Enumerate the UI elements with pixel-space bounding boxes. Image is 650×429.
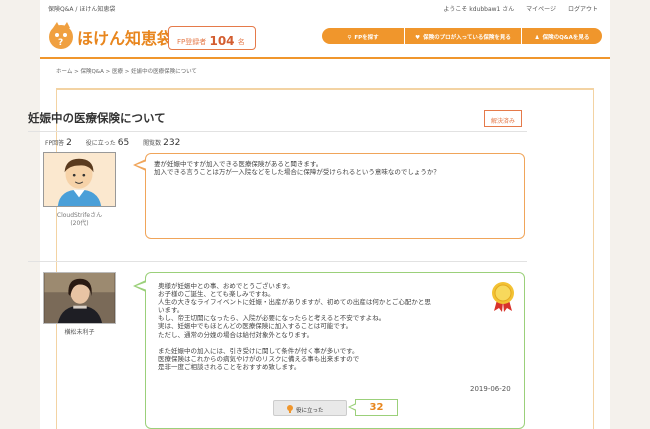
site-logo[interactable]: ? ほけん知恵袋 <box>47 20 173 54</box>
bubble-tail-inner <box>136 282 147 290</box>
questioner-name: CloudStrifeさん (20代) <box>43 212 116 228</box>
question-text-line: 妻が妊娠中ですが加入できる医療保険があると聞きます。 <box>154 160 323 168</box>
answer-text-line: お子様のご誕生、とても楽しみですね。 <box>158 290 275 299</box>
user-illustration-icon <box>44 153 115 206</box>
logo-mascot-icon: ? <box>49 22 73 49</box>
breadcrumb: ホーム > 保険Q&A > 医療 > 妊娠中の医療保険について <box>56 69 197 75</box>
views-label: 閲覧数 <box>143 140 162 147</box>
answerer-avatar[interactable] <box>43 272 116 324</box>
breadcrumb-current: 妊娠中の医療保険について <box>131 69 197 75</box>
answerer-photo-icon <box>44 273 115 323</box>
section-divider <box>28 261 527 262</box>
useful-button[interactable]: 役に立った <box>273 400 347 416</box>
questioner-age: (20代) <box>70 220 89 227</box>
header-divider <box>40 57 610 59</box>
title-divider <box>28 131 527 132</box>
nav-label: 保険のQ&Aを見る <box>542 35 590 41</box>
answer-text-line: ただし、通常の分娩の場合は給付対象外となります。 <box>158 330 314 339</box>
nav-find-fp-button[interactable]: ⚲ FPを探す <box>322 28 404 44</box>
answerer-name[interactable]: 横松未利子 <box>43 327 116 336</box>
svg-text:?: ? <box>58 38 63 48</box>
useful-label: 役に立った <box>85 140 116 147</box>
answer-text-line: 是非一度ご相談されることをおすすめ致します。 <box>158 362 301 371</box>
nav-pro-insurance-button[interactable]: ♥ 保険のプロが入っている保険を見る <box>405 28 521 44</box>
nav-qa-button[interactable]: ♟ 保険のQ&Aを見る <box>522 28 602 44</box>
question-stats: FP回答 2 役に立った 65 閲覧数 232 <box>45 138 192 148</box>
answer-text-line: 医療保険はこれからの病気やけがのリスクに備える事も出来ますので <box>158 354 360 363</box>
answer-useful-count: 32 <box>355 399 398 416</box>
answer-text-line: 人生の大きなライフイベントに妊娠・出産がありますが、初めての出産は何かとご心配か… <box>158 298 431 307</box>
heart-icon: ♥ <box>415 35 421 41</box>
logo-text: ほけん知恵袋 <box>77 29 174 48</box>
answer-blank-line <box>158 339 512 347</box>
top-bar: 保険Q&A / ほけん知恵袋 ようこそ kdubbaw1 さん マイページ ログ… <box>40 0 610 14</box>
nav-label: FPを探す <box>354 35 379 41</box>
useful-button-label: 役に立った <box>296 408 324 414</box>
best-answer-medal-icon <box>492 282 514 312</box>
answer-text-line: 奥様が妊娠中との事、おめでとうございます。 <box>158 282 294 290</box>
bubble-tail-inner <box>136 161 147 169</box>
mypage-link[interactable]: マイページ <box>526 6 556 13</box>
breadcrumb-home[interactable]: ホーム <box>56 69 72 75</box>
question-bubble: 妻が妊娠中ですが加入できる医療保険があると聞きます。 加入できる言うことは万が一… <box>145 153 525 239</box>
fp-answers-label: FP回答 <box>45 140 65 147</box>
question-text-line: 加入できる言うことは万が一入院などをした場合に保障が受けられるという意味なのでし… <box>154 168 440 176</box>
site-subtitle-link[interactable]: 保険Q&A / ほけん知恵袋 <box>48 4 115 13</box>
fp-count-label: FP登録者 <box>177 38 207 46</box>
count-tail-inner <box>350 404 357 410</box>
answer-text-line: 実は、妊娠中でもほとんどの医療保険に加入することは可能です。 <box>158 322 353 331</box>
lightbulb-icon <box>287 405 293 413</box>
breadcrumb-medical[interactable]: 医療 <box>112 69 123 75</box>
fp-count-badge: FP登録者 104 名 <box>168 26 256 50</box>
search-icon: ⚲ <box>347 35 352 41</box>
views-count: 232 <box>163 138 181 148</box>
fp-count-unit: 名 <box>237 38 245 46</box>
person-icon: ♟ <box>534 35 540 41</box>
user-menu: ようこそ kdubbaw1 さん マイページ ログアウト <box>433 4 598 13</box>
nav-label: 保険のプロが入っている保険を見る <box>423 35 511 41</box>
questioner-username: CloudStrifeさん <box>56 212 103 219</box>
status-badge: 解決済み <box>484 110 522 127</box>
welcome-text: ようこそ kdubbaw1 さん <box>443 6 515 13</box>
fp-answers-count: 2 <box>66 138 72 148</box>
logout-link[interactable]: ログアウト <box>568 6 598 13</box>
answer-text-line: また妊娠中の加入には、引き受けに関して条件が付く事が多いです。 <box>158 346 359 355</box>
question-title: 妊娠中の医療保険について <box>28 111 166 125</box>
useful-count: 65 <box>117 138 130 148</box>
fp-count-value: 104 <box>209 34 235 48</box>
breadcrumb-qa[interactable]: 保険Q&A <box>80 69 103 75</box>
answer-date: 2019-06-20 <box>470 385 511 393</box>
questioner-avatar <box>43 152 116 207</box>
